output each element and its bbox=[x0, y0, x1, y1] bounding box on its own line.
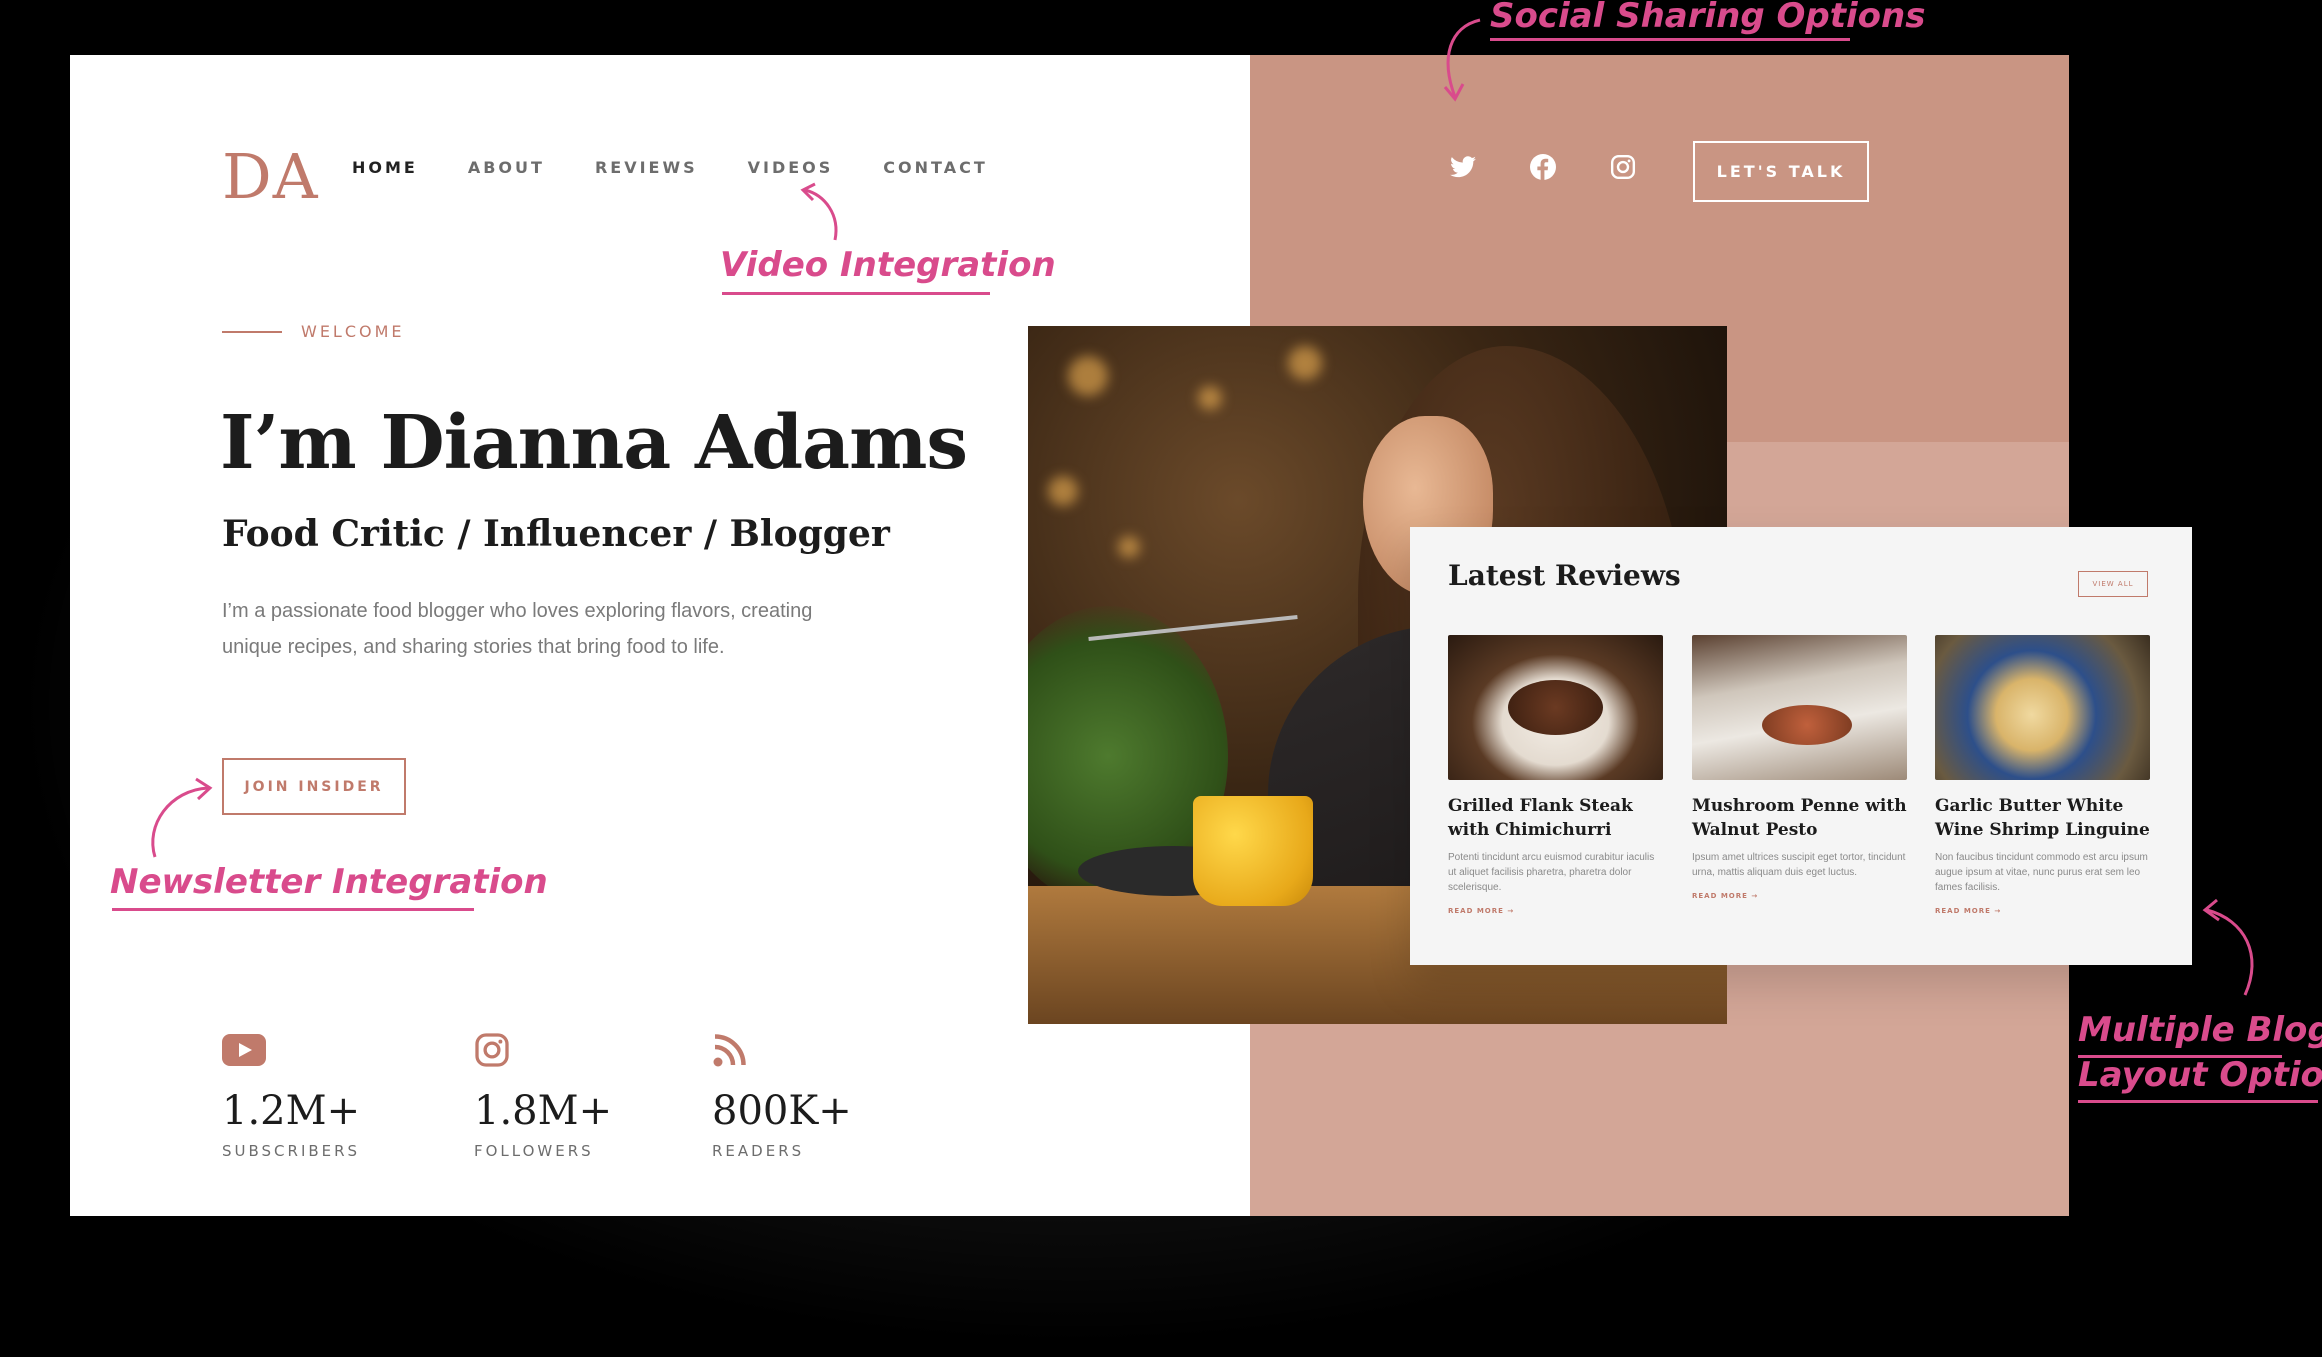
review-thumbnail[interactable] bbox=[1448, 635, 1663, 780]
annotation-arrow bbox=[151, 777, 213, 858]
annotation-arrow bbox=[2202, 898, 2254, 996]
read-more-link[interactable]: READ MORE → bbox=[1692, 892, 1907, 900]
annotation-blog-layouts-line2: Layout Options bbox=[2078, 1055, 2322, 1095]
twitter-icon[interactable] bbox=[1448, 152, 1478, 182]
review-thumbnail[interactable] bbox=[1935, 635, 2150, 780]
welcome-divider bbox=[222, 331, 282, 333]
view-all-button[interactable]: VIEW ALL bbox=[2078, 571, 2148, 597]
annotation-underline bbox=[722, 292, 990, 295]
site-logo[interactable]: DA bbox=[222, 140, 318, 213]
review-title[interactable]: Garlic Butter White Wine Shrimp Linguine bbox=[1935, 794, 2150, 842]
instagram-icon[interactable] bbox=[1608, 152, 1638, 182]
facebook-icon[interactable] bbox=[1528, 152, 1558, 182]
review-title[interactable]: Mushroom Penne with Walnut Pesto bbox=[1692, 794, 1907, 842]
rss-icon[interactable] bbox=[712, 1030, 852, 1070]
review-excerpt: Non faucibus tincidunt commodo est arcu … bbox=[1935, 852, 2148, 893]
review-card[interactable]: Grilled Flank Steak with Chimichurri Pot… bbox=[1448, 635, 1663, 915]
annotation-underline bbox=[112, 908, 474, 911]
review-excerpt: Potenti tincidunt arcu euismod curabitur… bbox=[1448, 852, 1655, 893]
reviews-title: Latest Reviews bbox=[1448, 559, 1681, 592]
nav-about[interactable]: ABOUT bbox=[468, 158, 545, 177]
annotation-newsletter: Newsletter Integration bbox=[110, 862, 548, 902]
nav-videos[interactable]: VIDEOS bbox=[748, 158, 834, 177]
annotation-arrow bbox=[1443, 18, 1481, 102]
stat-followers: 1.8M+ FOLLOWERS bbox=[474, 1030, 612, 1160]
review-title[interactable]: Grilled Flank Steak with Chimichurri bbox=[1448, 794, 1663, 842]
nav-home[interactable]: HOME bbox=[352, 158, 418, 177]
annotation-blog-layouts-line1: Multiple Blog bbox=[2078, 1010, 2322, 1050]
instagram-icon[interactable] bbox=[474, 1030, 612, 1070]
stat-label: READERS bbox=[712, 1142, 805, 1160]
hero-title: I’m Dianna Adams bbox=[220, 400, 968, 486]
hero-description: I’m a passionate food blogger who loves … bbox=[222, 600, 813, 658]
review-thumbnail[interactable] bbox=[1692, 635, 1907, 780]
review-card[interactable]: Garlic Butter White Wine Shrimp Linguine… bbox=[1935, 635, 2150, 915]
join-insider-button[interactable]: JOIN INSIDER bbox=[222, 758, 406, 815]
stat-label: FOLLOWERS bbox=[474, 1142, 594, 1160]
annotation-social-sharing: Social Sharing Options bbox=[1490, 0, 1926, 36]
latest-reviews-card: Latest Reviews VIEW ALL Grilled Flank St… bbox=[1410, 527, 2192, 965]
stat-label: SUBSCRIBERS bbox=[222, 1142, 361, 1160]
read-more-link[interactable]: READ MORE → bbox=[1448, 907, 1663, 915]
youtube-icon[interactable] bbox=[222, 1030, 360, 1070]
main-nav: HOME ABOUT REVIEWS VIDEOS CONTACT bbox=[352, 158, 988, 177]
nav-contact[interactable]: CONTACT bbox=[883, 158, 987, 177]
review-card[interactable]: Mushroom Penne with Walnut Pesto Ipsum a… bbox=[1692, 635, 1907, 900]
website-page: DA HOME ABOUT REVIEWS VIDEOS CONTACT LET… bbox=[70, 55, 2192, 1216]
nav-reviews[interactable]: REVIEWS bbox=[595, 158, 698, 177]
annotation-underline bbox=[1490, 38, 1850, 41]
hero-subtitle: Food Critic / Influencer / Blogger bbox=[222, 513, 890, 555]
stat-value: 1.2M+ bbox=[222, 1088, 361, 1134]
stat-value: 1.8M+ bbox=[474, 1088, 613, 1134]
review-excerpt: Ipsum amet ultrices suscipit eget tortor… bbox=[1692, 852, 1906, 878]
annotation-arrow bbox=[800, 182, 838, 241]
stat-readers: 800K+ READERS bbox=[712, 1030, 852, 1160]
social-links bbox=[1448, 152, 1638, 182]
annotation-underline bbox=[2078, 1100, 2318, 1103]
stat-value: 800K+ bbox=[712, 1088, 852, 1134]
welcome-eyebrow: WELCOME bbox=[301, 322, 405, 341]
lets-talk-button[interactable]: LET'S TALK bbox=[1693, 141, 1869, 202]
stat-subscribers: 1.2M+ SUBSCRIBERS bbox=[222, 1030, 360, 1160]
read-more-link[interactable]: READ MORE → bbox=[1935, 907, 2150, 915]
annotation-video: Video Integration bbox=[720, 245, 1056, 285]
